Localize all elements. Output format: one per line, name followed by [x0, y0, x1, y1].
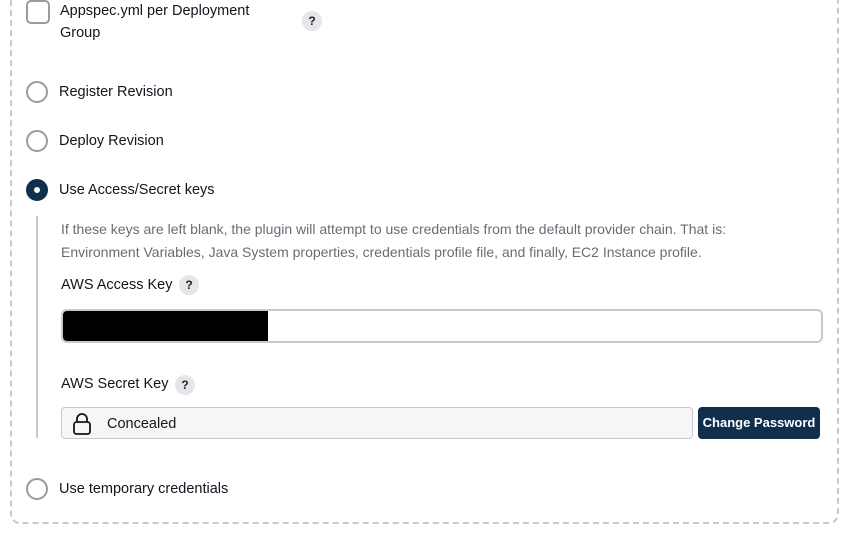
aws-secret-key-label: AWS Secret Key — [61, 376, 169, 392]
access-keys-section: If these keys are left blank, the plugin… — [36, 216, 828, 439]
aws-secret-key-field: Concealed — [61, 407, 693, 439]
radio-label: Register Revision — [59, 84, 173, 100]
redacted-block — [63, 311, 268, 341]
aws-access-key-input[interactable] — [61, 309, 823, 343]
appspec-checkbox[interactable] — [26, 0, 50, 24]
radio-label: Deploy Revision — [59, 133, 164, 149]
appspec-checkbox-label: Appspec.yml per Deployment Group — [60, 3, 250, 41]
radio-button-selected[interactable] — [26, 179, 48, 201]
radio-label: Use Access/Secret keys — [59, 182, 215, 198]
radio-button[interactable] — [26, 130, 48, 152]
radio-label: Use temporary credentials — [59, 481, 229, 497]
access-keys-description: If these keys are left blank, the plugin… — [61, 221, 727, 260]
secret-concealed-value: Concealed — [107, 416, 177, 432]
radio-button[interactable] — [26, 81, 48, 103]
appspec-help-icon[interactable]: ? — [302, 11, 322, 31]
radio-button[interactable] — [26, 478, 48, 500]
change-password-button[interactable]: Change Password — [698, 407, 820, 439]
access-key-help-icon[interactable]: ? — [179, 275, 199, 295]
lock-icon — [73, 413, 91, 435]
secret-key-help-icon[interactable]: ? — [175, 375, 195, 395]
aws-access-key-label: AWS Access Key — [61, 277, 173, 293]
